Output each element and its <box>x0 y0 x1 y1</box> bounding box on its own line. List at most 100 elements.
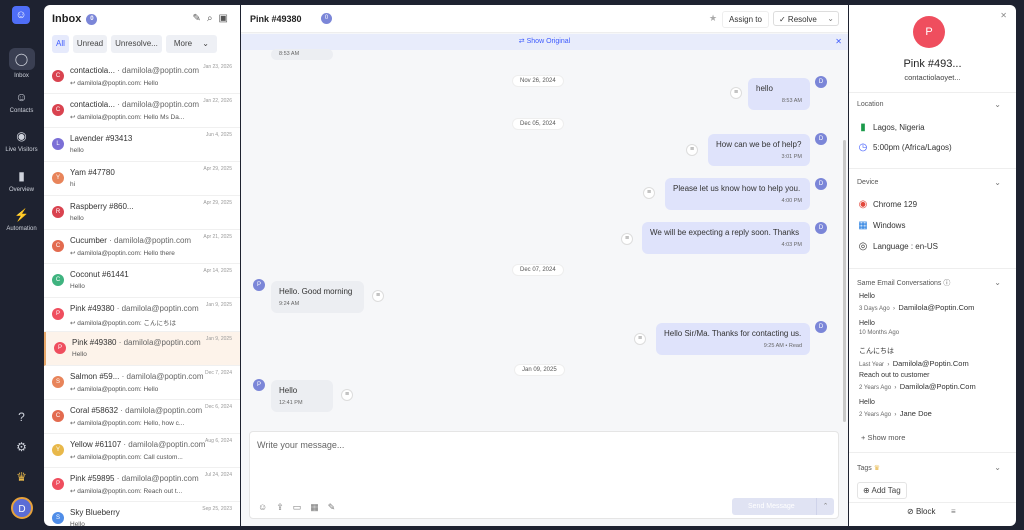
note-icon[interactable]: ▭ <box>293 502 311 512</box>
add-tag-button[interactable]: ⊕ Add Tag <box>857 482 907 499</box>
message-menu-icon[interactable]: ≡ <box>686 144 698 156</box>
conversation-item[interactable]: R Raspberry #860... Apr 29, 2025 hello <box>44 196 240 230</box>
message-composer[interactable]: Write your message... ☺⇪▭▦✎ Send Message… <box>249 431 839 519</box>
crown-icon[interactable]: ♛ <box>0 470 43 484</box>
assign-to-button[interactable]: Assign to <box>722 11 769 28</box>
message-menu-icon[interactable]: ≡ <box>643 187 655 199</box>
conversation-item[interactable]: P Pink #59895 · damilola@poptin.com Jul 24… <box>44 468 240 502</box>
same-email-conversation-item[interactable]: Hello 2 Years Ago › Jane Doe <box>859 399 932 418</box>
conversation-item[interactable]: Ccontactiola... · damilola@poptin.com Jan… <box>44 94 240 128</box>
conversation-name: Coral #58632 · damilola@poptin.com <box>70 406 202 415</box>
conversation-item[interactable]: L Lavender #93413 Jun 4, 2025 hello <box>44 128 240 162</box>
message-bubble-partial: 8:53 AM <box>271 49 333 60</box>
message-menu-icon[interactable]: ≡ <box>634 333 646 345</box>
chat-bubble-icon: ◯ <box>8 48 35 70</box>
contacts-icon: ☺ <box>15 90 28 104</box>
filter-unread[interactable]: Unread <box>72 35 108 53</box>
location-city: ▮ Lagos, Nigeria <box>857 122 924 134</box>
contact-avatar: R <box>52 206 64 218</box>
show-original-link[interactable]: Show Original <box>527 38 571 45</box>
conversation-message: こんにちは <box>859 348 894 355</box>
chat-scrollbar[interactable] <box>843 140 846 422</box>
divider <box>849 268 1016 269</box>
resolve-button[interactable]: ✓ Resolve ⌄ <box>773 11 839 26</box>
close-icon[interactable]: ✕ <box>835 34 842 50</box>
conversation-meta: 3 Days Ago › Damilola@Poptin.Com <box>859 303 974 312</box>
inbox-title: Inbox 0 <box>52 13 98 25</box>
conversation-item[interactable]: P Pink #49380 · damilola@poptin.com Jan 9,… <box>44 332 240 366</box>
conversation-agent: · damilola@poptin.com <box>109 236 192 245</box>
conversation-name-text: Lavender #93413 <box>70 134 133 143</box>
nav-inbox[interactable]: ◯ Inbox <box>0 48 43 79</box>
message-menu-icon[interactable]: ≡ <box>730 87 742 99</box>
message-bubble-incoming: Hello. Good morning 9:24 AM <box>271 281 364 313</box>
conversation-item[interactable]: S Salmon #59... · damilola@poptin.com Dec … <box>44 366 240 400</box>
contact-avatar: L <box>52 138 64 150</box>
user-avatar[interactable]: D <box>11 497 33 519</box>
nav-overview[interactable]: ▮ Overview <box>0 168 43 193</box>
filter-more[interactable]: More ⌄ <box>165 35 217 53</box>
chevron-down-icon[interactable]: ⌄ <box>827 14 834 23</box>
message-time: 8:53 AM <box>279 51 300 57</box>
message-menu-icon[interactable]: ≡ <box>621 233 633 245</box>
gear-icon[interactable]: ⚙ <box>0 440 43 454</box>
nav-contacts[interactable]: ☺ Contacts <box>0 89 43 114</box>
message-text: hello <box>756 84 773 93</box>
star-icon[interactable]: ★ <box>709 13 717 24</box>
menu-icon[interactable]: ≡ <box>951 507 956 516</box>
same-email-conversation-item[interactable]: Hello 3 Days Ago › Damilola@Poptin.Com <box>859 293 974 312</box>
conversation-item[interactable]: P Pink #49380 · damilola@poptin.com Jan 9,… <box>44 298 240 332</box>
conversation-message: Reach out to customer <box>859 372 930 379</box>
message-bubble-outgoing: How can we be of help? 3:01 PM <box>708 134 810 166</box>
conversation-item[interactable]: Y Yellow #61107 · damilola@poptin.com Aug … <box>44 434 240 468</box>
chevron-down-icon[interactable]: ⌄ <box>994 463 1001 472</box>
emoji-icon[interactable]: ☺ <box>258 502 276 512</box>
conversation-item[interactable]: Y Yam #47780 Apr 29, 2025 hi <box>44 162 240 196</box>
agent-avatar: D <box>815 76 827 88</box>
attach-icon[interactable]: ⇪ <box>276 502 293 512</box>
show-more-link[interactable]: + Show more <box>861 433 905 442</box>
conversation-recipient: Jane Doe <box>899 409 932 418</box>
contact-avatar: C <box>52 70 64 82</box>
same-email-conversation-item[interactable]: Hello 10 Months Ago <box>859 320 899 336</box>
filter-unresolved[interactable]: Unresolve... <box>111 35 162 53</box>
message-menu-icon[interactable]: ≡ <box>341 389 353 401</box>
search-icon[interactable]: ⌕ <box>207 13 219 24</box>
help-icon[interactable]: ? <box>0 410 43 424</box>
edit-icon[interactable]: ✎ <box>328 502 345 512</box>
conversation-item[interactable]: Ccontactiola... · damilola@poptin.com Jan… <box>44 60 240 94</box>
conversation-date: Apr 14, 2025 <box>203 268 232 274</box>
conversation-message: Hello <box>859 399 875 406</box>
message-menu-icon[interactable]: ≡ <box>372 290 384 302</box>
chevron-down-icon[interactable]: ⌄ <box>994 278 1001 287</box>
send-message-button[interactable]: Send Message ⌃ <box>732 498 834 515</box>
chevron-down-icon[interactable]: ⌄ <box>994 178 1001 187</box>
conversation-item[interactable]: C Coral #58632 · damilola@poptin.com Dec 6… <box>44 400 240 434</box>
conversation-item[interactable]: C Cucumber · damilola@poptin.com Apr 21, 2… <box>44 230 240 264</box>
close-icon[interactable]: ✕ <box>1000 11 1007 20</box>
calendar-icon[interactable]: ▦ <box>310 502 328 512</box>
app-logo[interactable]: ☺ <box>12 6 30 24</box>
conversation-date: Jan 9, 2025 <box>205 336 232 342</box>
nav-live-visitors[interactable]: ◉ Live Visitors <box>0 128 43 153</box>
chevron-down-icon[interactable]: ⌄ <box>994 100 1001 109</box>
message-time: 9:24 AM <box>279 301 300 307</box>
compose-icon[interactable]: ✎ <box>193 13 207 24</box>
conversation-name: Salmon #59... · damilola@poptin.com <box>70 372 204 381</box>
message-input[interactable]: Write your message... <box>257 440 344 450</box>
filter-all[interactable]: All <box>52 35 69 53</box>
filter-more-label: More <box>169 35 197 52</box>
message-text: We will be expecting a reply soon. Thank… <box>650 228 800 237</box>
same-email-conversation-item[interactable]: こんにちは Last Year › Damilola@Poptin.Com <box>859 346 969 368</box>
conversation-name: Yam #47780 <box>70 168 115 177</box>
layout-icon[interactable]: ▣ <box>219 13 234 24</box>
nav-automation[interactable]: ⚡ Automation <box>0 207 43 232</box>
chevron-up-icon[interactable]: ⌃ <box>816 498 834 515</box>
conversation-item[interactable]: S Sky Blueberry Sep 25, 2023 Hello <box>44 502 240 526</box>
conversation-item[interactable]: C Coconut #61441 Apr 14, 2025 Hello <box>44 264 240 298</box>
conversation-preview: Hello <box>70 283 85 290</box>
same-email-conversation-item[interactable]: Reach out to customer 2 Years Ago › Damil… <box>859 372 976 391</box>
agent-avatar: D <box>815 222 827 234</box>
conversation-date: Sep 25, 2023 <box>202 506 232 512</box>
block-button[interactable]: ⊘ Block <box>907 507 936 516</box>
